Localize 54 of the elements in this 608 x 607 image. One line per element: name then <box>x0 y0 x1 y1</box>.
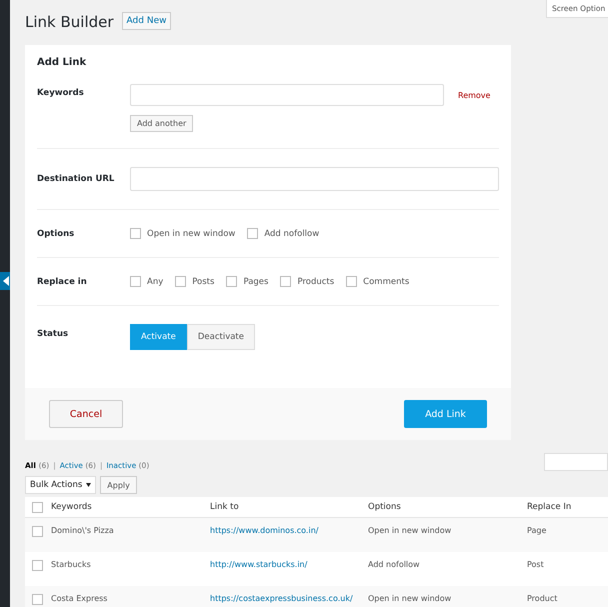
url-link[interactable]: http://www.starbucks.in/ <box>210 560 368 569</box>
checkbox-label: Pages <box>243 276 268 286</box>
checkbox[interactable] <box>247 228 258 239</box>
table-cell: Page <box>527 526 546 535</box>
table-cell-text: Open in new window <box>368 594 452 603</box>
checkbox-label: Products <box>297 276 334 286</box>
status-toggle[interactable]: Deactivate <box>186 324 255 350</box>
field-label: Options <box>37 228 76 238</box>
checkbox-label: Posts <box>192 276 214 286</box>
add-new-button[interactable]: Add New <box>122 12 172 30</box>
checkbox[interactable] <box>32 526 43 537</box>
field-label: Status <box>37 329 70 339</box>
collapse-tab[interactable] <box>0 272 10 290</box>
add-another-button[interactable]: Add another <box>130 115 194 132</box>
checkbox[interactable] <box>130 228 141 239</box>
checkbox[interactable] <box>280 276 292 287</box>
remove-link[interactable]: Remove <box>458 90 490 100</box>
checkbox-label: Add nofollow <box>264 228 320 238</box>
checkbox[interactable] <box>346 276 358 287</box>
url-field[interactable] <box>130 167 499 191</box>
card-title: Add Link <box>37 57 88 68</box>
checkbox[interactable] <box>130 276 141 287</box>
keyword-field[interactable] <box>130 84 444 106</box>
table-cell-text: Open in new window <box>368 526 452 535</box>
checkbox[interactable] <box>175 276 186 287</box>
column-header: Options <box>368 502 402 512</box>
apply-button[interactable]: Apply <box>100 476 137 494</box>
url-link[interactable]: https://www.dominos.co.in/ <box>210 526 368 535</box>
caret-icon <box>3 276 9 286</box>
table-cell-text: Costa Express <box>51 594 108 603</box>
column-header: Replace In <box>527 502 572 512</box>
column-header: Keywords <box>51 502 93 512</box>
checkbox[interactable] <box>226 276 238 287</box>
checkbox-label: Any <box>147 276 164 286</box>
page-title: Link Builder <box>25 13 114 31</box>
checkbox-label: Open in new window <box>147 228 236 238</box>
table-cell: Product <box>527 594 558 603</box>
table-cell-text: Domino\'s Pizza <box>51 526 115 535</box>
field-label: Replace in <box>37 276 88 286</box>
bulk-actions-dropdown[interactable]: Bulk Actions <box>25 476 96 494</box>
field-label: Destination URL <box>37 174 116 184</box>
field-label: Keywords <box>37 88 85 98</box>
column-header: Link to <box>210 502 240 512</box>
url-link[interactable]: https://costaexpressbusiness.co.uk/ <box>210 594 368 603</box>
checkbox[interactable] <box>32 560 43 571</box>
checkbox-label: Comments <box>363 276 410 286</box>
table-cell-text: Add nofollow <box>368 560 421 569</box>
checkbox[interactable] <box>32 594 43 605</box>
search-field[interactable] <box>544 453 608 471</box>
caret-icon <box>86 483 92 487</box>
table-cell: Post <box>527 560 544 569</box>
table-cell-text: Starbucks <box>51 560 92 569</box>
checkbox[interactable] <box>32 502 43 512</box>
cancel-button[interactable]: Cancel <box>49 400 123 428</box>
